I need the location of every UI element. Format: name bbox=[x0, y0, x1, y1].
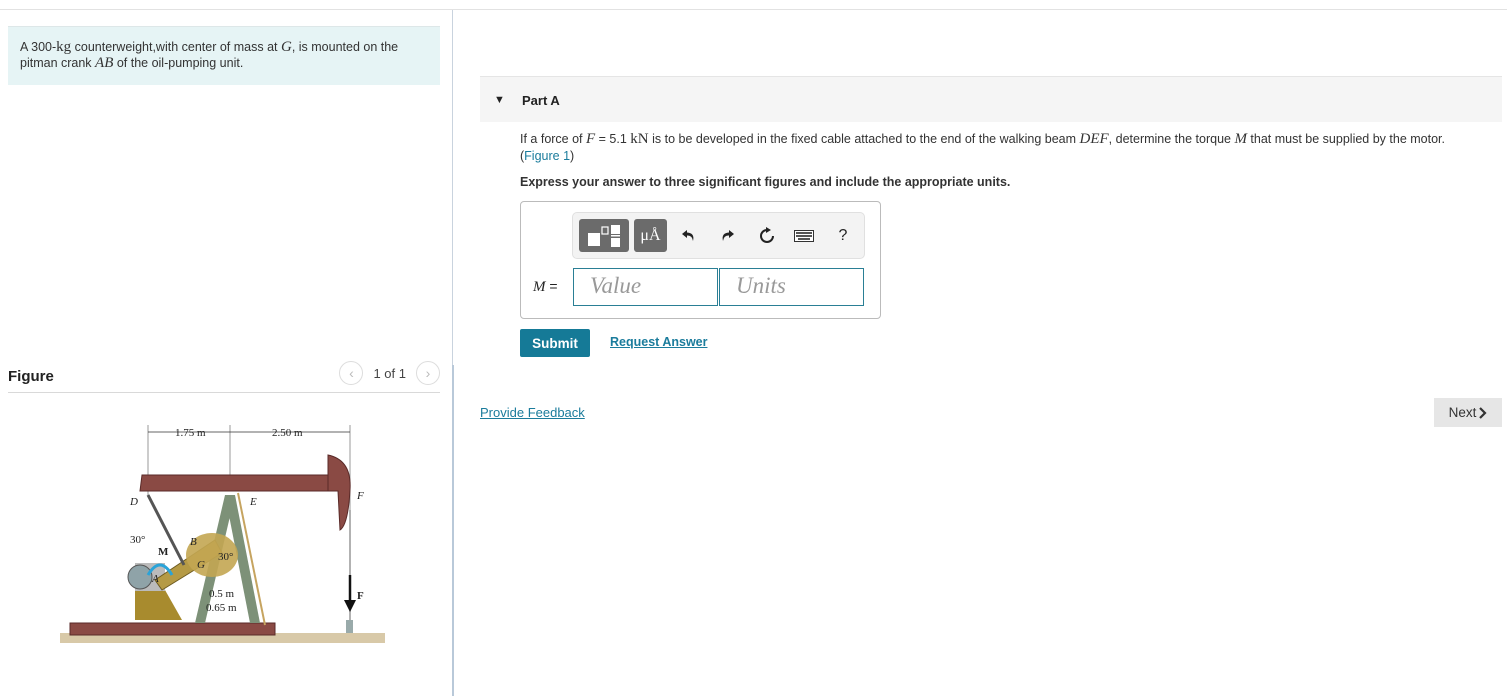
prev-figure-button[interactable]: ‹ bbox=[339, 361, 364, 385]
submit-button[interactable]: Submit bbox=[520, 329, 590, 357]
base-beam bbox=[69, 622, 276, 636]
units-icon: μÅ bbox=[640, 226, 661, 244]
caret-down-icon: ▼ bbox=[494, 94, 505, 106]
intro-text: A 300- bbox=[20, 40, 57, 54]
reset-button[interactable] bbox=[754, 223, 780, 249]
next-label: Next bbox=[1448, 405, 1477, 420]
question-fragment: that must be supplied by the motor. bbox=[1246, 132, 1445, 146]
var-ab: AB bbox=[95, 55, 114, 71]
dim-2-50: 2.50 m bbox=[272, 427, 303, 439]
help-button[interactable]: ? bbox=[830, 223, 856, 249]
label-g: G bbox=[197, 559, 205, 571]
equals-sign: = bbox=[545, 278, 558, 294]
gearbox-base bbox=[135, 590, 182, 620]
var-g: G bbox=[280, 39, 292, 55]
unit-kn: kN bbox=[630, 131, 649, 147]
horsehead bbox=[327, 454, 351, 531]
chevron-right-icon: › bbox=[425, 365, 431, 381]
question-fragment: , determine the torque bbox=[1108, 132, 1235, 146]
pane-scrollbar[interactable] bbox=[452, 365, 454, 696]
dim-1-75: 1.75 m bbox=[175, 427, 206, 439]
part-a-header[interactable]: ▼ Part A bbox=[480, 76, 1502, 122]
math-toolbar: μÅ ? bbox=[572, 212, 865, 259]
help-icon: ? bbox=[838, 227, 848, 244]
figure-pager: ‹ 1 of 1 › bbox=[339, 361, 440, 385]
var-m: M bbox=[1234, 131, 1247, 147]
var-m-label: M bbox=[533, 279, 546, 295]
part-title: Part A bbox=[522, 93, 560, 108]
next-button[interactable]: Next bbox=[1434, 398, 1502, 427]
label-d: D bbox=[129, 496, 138, 508]
value-placeholder: Value bbox=[590, 273, 642, 298]
var-f: F bbox=[586, 131, 596, 147]
chevron-left-icon: ‹ bbox=[349, 365, 354, 381]
figure-title: Figure bbox=[8, 368, 54, 385]
pump-jack-figure: 1.75 m 2.50 m D E F F 30° 30° M A B G 0.… bbox=[60, 425, 385, 643]
redo-button[interactable] bbox=[714, 223, 740, 249]
label-m: M bbox=[158, 546, 169, 558]
next-figure-button[interactable]: › bbox=[416, 361, 440, 385]
label-angle-2: 30° bbox=[218, 551, 233, 563]
keyboard-icon bbox=[794, 230, 814, 242]
label-angle-1: 30° bbox=[130, 534, 145, 546]
label-b: B bbox=[190, 536, 197, 548]
redo-icon bbox=[722, 230, 734, 241]
problem-intro: A 300-kg counterweight,with center of ma… bbox=[8, 26, 440, 85]
units-button[interactable]: μÅ bbox=[634, 219, 667, 252]
label-r2: 0.65 m bbox=[206, 602, 237, 614]
label-f-point: F bbox=[356, 490, 364, 502]
request-answer-link[interactable]: Request Answer bbox=[610, 335, 707, 349]
undo-icon bbox=[682, 230, 694, 241]
motor-pulley bbox=[127, 564, 153, 590]
intro-text: counterweight,with center of mass at bbox=[71, 40, 281, 54]
keyboard-button[interactable] bbox=[791, 223, 817, 249]
pane-divider bbox=[452, 10, 453, 365]
instruction-text: Express your answer to three significant… bbox=[520, 175, 1011, 189]
paren: ) bbox=[570, 149, 575, 163]
label-e: E bbox=[249, 496, 257, 508]
answer-label: M = bbox=[533, 278, 558, 296]
label-r1: 0.5 m bbox=[209, 588, 235, 600]
figure-header: Figure ‹ 1 of 1 › bbox=[8, 361, 440, 393]
chevron-right-icon bbox=[1479, 406, 1487, 419]
label-f-force: F bbox=[357, 590, 364, 602]
var-def: DEF bbox=[1079, 131, 1109, 147]
reset-icon bbox=[760, 227, 774, 243]
question-fragment: is to be developed in the fixed cable at… bbox=[648, 132, 1080, 146]
units-input[interactable]: Units bbox=[719, 268, 864, 306]
figure-link[interactable]: Figure 1 bbox=[524, 149, 570, 163]
question-text: If a force of F = 5.1 kN is to be develo… bbox=[520, 131, 1505, 165]
unit-kg: kg bbox=[56, 39, 72, 55]
pager-text: 1 of 1 bbox=[373, 365, 406, 381]
question-fragment: = 5.1 bbox=[595, 132, 631, 146]
units-placeholder: Units bbox=[736, 273, 786, 298]
value-input[interactable]: Value bbox=[573, 268, 718, 306]
provide-feedback-link[interactable]: Provide Feedback bbox=[480, 405, 585, 420]
templates-button[interactable] bbox=[579, 219, 629, 252]
undo-button[interactable] bbox=[676, 223, 702, 249]
fraction-template-icon bbox=[588, 224, 620, 247]
answer-box: μÅ ? M = Value Units bbox=[520, 201, 881, 319]
question-fragment: If a force of bbox=[520, 132, 587, 146]
intro-text: of the oil-pumping unit. bbox=[113, 56, 244, 70]
label-a: A bbox=[151, 573, 159, 585]
walking-beam bbox=[139, 474, 346, 492]
